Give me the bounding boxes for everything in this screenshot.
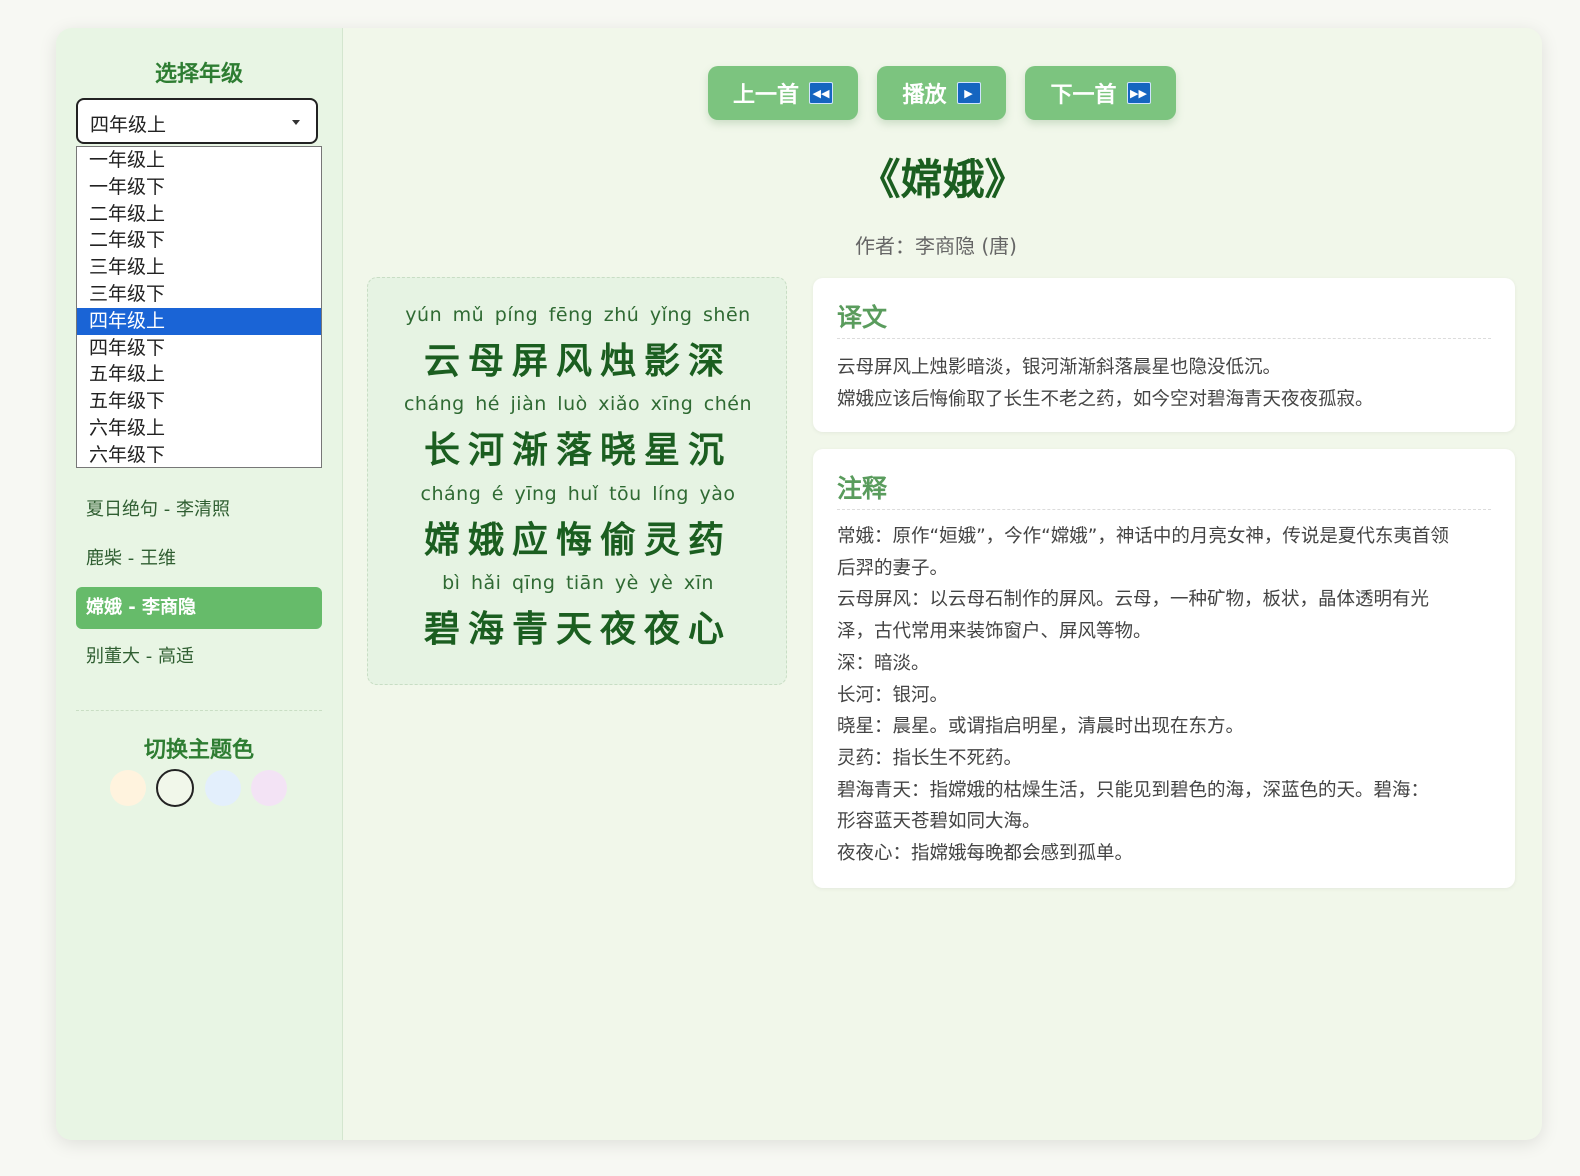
translation-line: 嫦娥应该后悔偷取了长生不老之药，如今空对碧海青天夜夜孤寂。 bbox=[837, 388, 1374, 410]
note-line: 深：暗淡。 bbox=[837, 652, 930, 674]
prev-button[interactable]: 上一首 ◀◀ bbox=[708, 66, 858, 120]
poem-text-panel: yún mǔ píng fēng zhú yǐng shēn 云母屏风烛影深 c… bbox=[367, 277, 787, 685]
grade-option[interactable]: 三年级上 bbox=[77, 254, 321, 281]
sidebar-divider bbox=[76, 710, 322, 711]
grade-option[interactable]: 一年级上 bbox=[77, 147, 321, 174]
poem-list-item[interactable]: 鹿柴 - 王维 bbox=[76, 538, 322, 580]
grade-option[interactable]: 五年级上 bbox=[77, 361, 321, 388]
grade-option[interactable]: 六年级上 bbox=[77, 415, 321, 442]
play-icon: ▶ bbox=[956, 82, 981, 104]
poem-line: yún mǔ píng fēng zhú yǐng shēn 云母屏风烛影深 bbox=[368, 304, 788, 384]
card-divider bbox=[837, 509, 1491, 510]
hanzi-line: 云母屏风烛影深 bbox=[423, 341, 732, 382]
poem-list-item[interactable]: 别董大 - 高适 bbox=[76, 636, 322, 678]
sidebar: 选择年级 四年级上 一年级上 一年级下 二年级上 二年级下 三年级上 三年级下 … bbox=[56, 28, 343, 1140]
poem-line: bì hǎi qīng tiān yè yè xīn 碧海青天夜夜心 bbox=[368, 572, 788, 652]
pinyin-line: cháng hé jiàn luò xiǎo xīng chén bbox=[403, 393, 753, 415]
app-window: 选择年级 四年级上 一年级上 一年级下 二年级上 二年级下 三年级上 三年级下 … bbox=[56, 28, 1542, 1140]
note-line: 云母屏风：以云母石制作的屏风。云母，一种矿物，板状，晶体透明有光 bbox=[837, 589, 1430, 611]
note-line: 泽，古代常用来装饰窗户、屏风等物。 bbox=[837, 621, 1152, 643]
poem-title: 《嫦娥》 bbox=[858, 155, 1027, 204]
theme-swatch-orange[interactable] bbox=[110, 770, 146, 806]
prev-button-label: 上一首 bbox=[732, 83, 799, 108]
play-button-label: 播放 bbox=[902, 83, 947, 108]
theme-swatch-green[interactable] bbox=[156, 769, 194, 807]
hanzi-line: 长河渐落晓星沉 bbox=[423, 430, 732, 471]
note-line: 形容蓝天苍碧如同大海。 bbox=[837, 811, 1041, 833]
note-line: 长河：银河。 bbox=[837, 684, 949, 706]
poem-list-item-active[interactable]: 嫦娥 - 李商隐 bbox=[76, 587, 322, 629]
grade-option[interactable]: 二年级上 bbox=[77, 201, 321, 228]
translation-title: 译文 bbox=[837, 303, 888, 332]
grade-select[interactable]: 四年级上 bbox=[76, 98, 318, 144]
main-content: 上一首 ◀◀ 播放 ▶ 下一首 ▶▶ 《嫦娥》 作者：李商隐 (唐) yún m… bbox=[343, 28, 1542, 1140]
grade-select-value: 四年级上 bbox=[90, 114, 167, 136]
poem-list-item[interactable]: 夏日绝句 - 李清照 bbox=[76, 489, 322, 531]
translation-card: 译文 云母屏风上烛影暗淡，银河渐渐斜落晨星也隐没低沉。 嫦娥应该后悔偷取了长生不… bbox=[813, 278, 1515, 432]
grade-option[interactable]: 五年级下 bbox=[77, 388, 321, 415]
grade-option[interactable]: 一年级下 bbox=[77, 174, 321, 201]
poem-line: cháng hé jiàn luò xiǎo xīng chén 长河渐落晓星沉 bbox=[368, 393, 788, 473]
grade-option[interactable]: 四年级下 bbox=[77, 335, 321, 362]
next-button-label: 下一首 bbox=[1050, 83, 1117, 108]
hanzi-line: 碧海青天夜夜心 bbox=[423, 609, 732, 650]
next-button[interactable]: 下一首 ▶▶ bbox=[1025, 66, 1176, 120]
pinyin-line: cháng é yīng huǐ tōu líng yào bbox=[420, 483, 736, 505]
hanzi-line: 嫦娥应悔偷灵药 bbox=[423, 520, 732, 561]
play-button[interactable]: 播放 ▶ bbox=[877, 66, 1006, 120]
card-divider bbox=[837, 338, 1491, 339]
note-line: 夜夜心：指嫦娥每晚都会感到孤单。 bbox=[837, 843, 1134, 865]
theme-swatch-blue[interactable] bbox=[205, 770, 241, 806]
grade-option[interactable]: 三年级下 bbox=[77, 281, 321, 308]
poem-line: cháng é yīng huǐ tōu líng yào 嫦娥应悔偷灵药 bbox=[368, 483, 788, 563]
note-line: 灵药：指长生不死药。 bbox=[837, 747, 1023, 769]
notes-title: 注释 bbox=[837, 474, 888, 503]
pinyin-line: yún mǔ píng fēng zhú yǐng shēn bbox=[405, 304, 751, 326]
grade-option[interactable]: 二年级下 bbox=[77, 227, 321, 254]
theme-swatch-pink[interactable] bbox=[251, 770, 287, 806]
theme-title: 切换主题色 bbox=[143, 738, 254, 763]
notes-card: 注释 常娥：原作“姮娥”，今作“嫦娥”，神话中的月亮女神，传说是夏代东夷首领 后… bbox=[813, 449, 1515, 888]
note-line: 碧海青天：指嫦娥的枯燥生活，只能见到碧色的海，深蓝色的天。碧海： bbox=[837, 779, 1430, 801]
chevron-down-icon bbox=[292, 120, 300, 125]
grade-option[interactable]: 六年级下 bbox=[77, 442, 321, 469]
grade-option-selected[interactable]: 四年级上 bbox=[77, 307, 321, 335]
translation-text: 云母屏风上烛影暗淡，银河渐渐斜落晨星也隐没低沉。 嫦娥应该后悔偷取了长生不老之药… bbox=[837, 352, 1491, 415]
grade-title: 选择年级 bbox=[154, 62, 243, 87]
rewind-icon: ◀◀ bbox=[809, 82, 833, 104]
note-line: 晓星：晨星。或谓指启明星，清晨时出现在东方。 bbox=[837, 716, 1245, 738]
note-line: 常娥：原作“姮娥”，今作“嫦娥”，神话中的月亮女神，传说是夏代东夷首领 bbox=[837, 526, 1449, 547]
note-line: 后羿的妻子。 bbox=[837, 557, 949, 579]
grade-dropdown-list: 一年级上 一年级下 二年级上 二年级下 三年级上 三年级下 四年级上 四年级下 … bbox=[76, 146, 322, 468]
translation-line: 云母屏风上烛影暗淡，银河渐渐斜落晨星也隐没低沉。 bbox=[837, 357, 1282, 378]
fast-forward-icon: ▶▶ bbox=[1126, 82, 1151, 104]
notes-text: 常娥：原作“姮娥”，今作“嫦娥”，神话中的月亮女神，传说是夏代东夷首领 后羿的妻… bbox=[837, 521, 1491, 870]
poem-author: 作者：李商隐 (唐) bbox=[855, 234, 1017, 258]
pinyin-line: bì hǎi qīng tiān yè yè xīn bbox=[442, 572, 714, 594]
